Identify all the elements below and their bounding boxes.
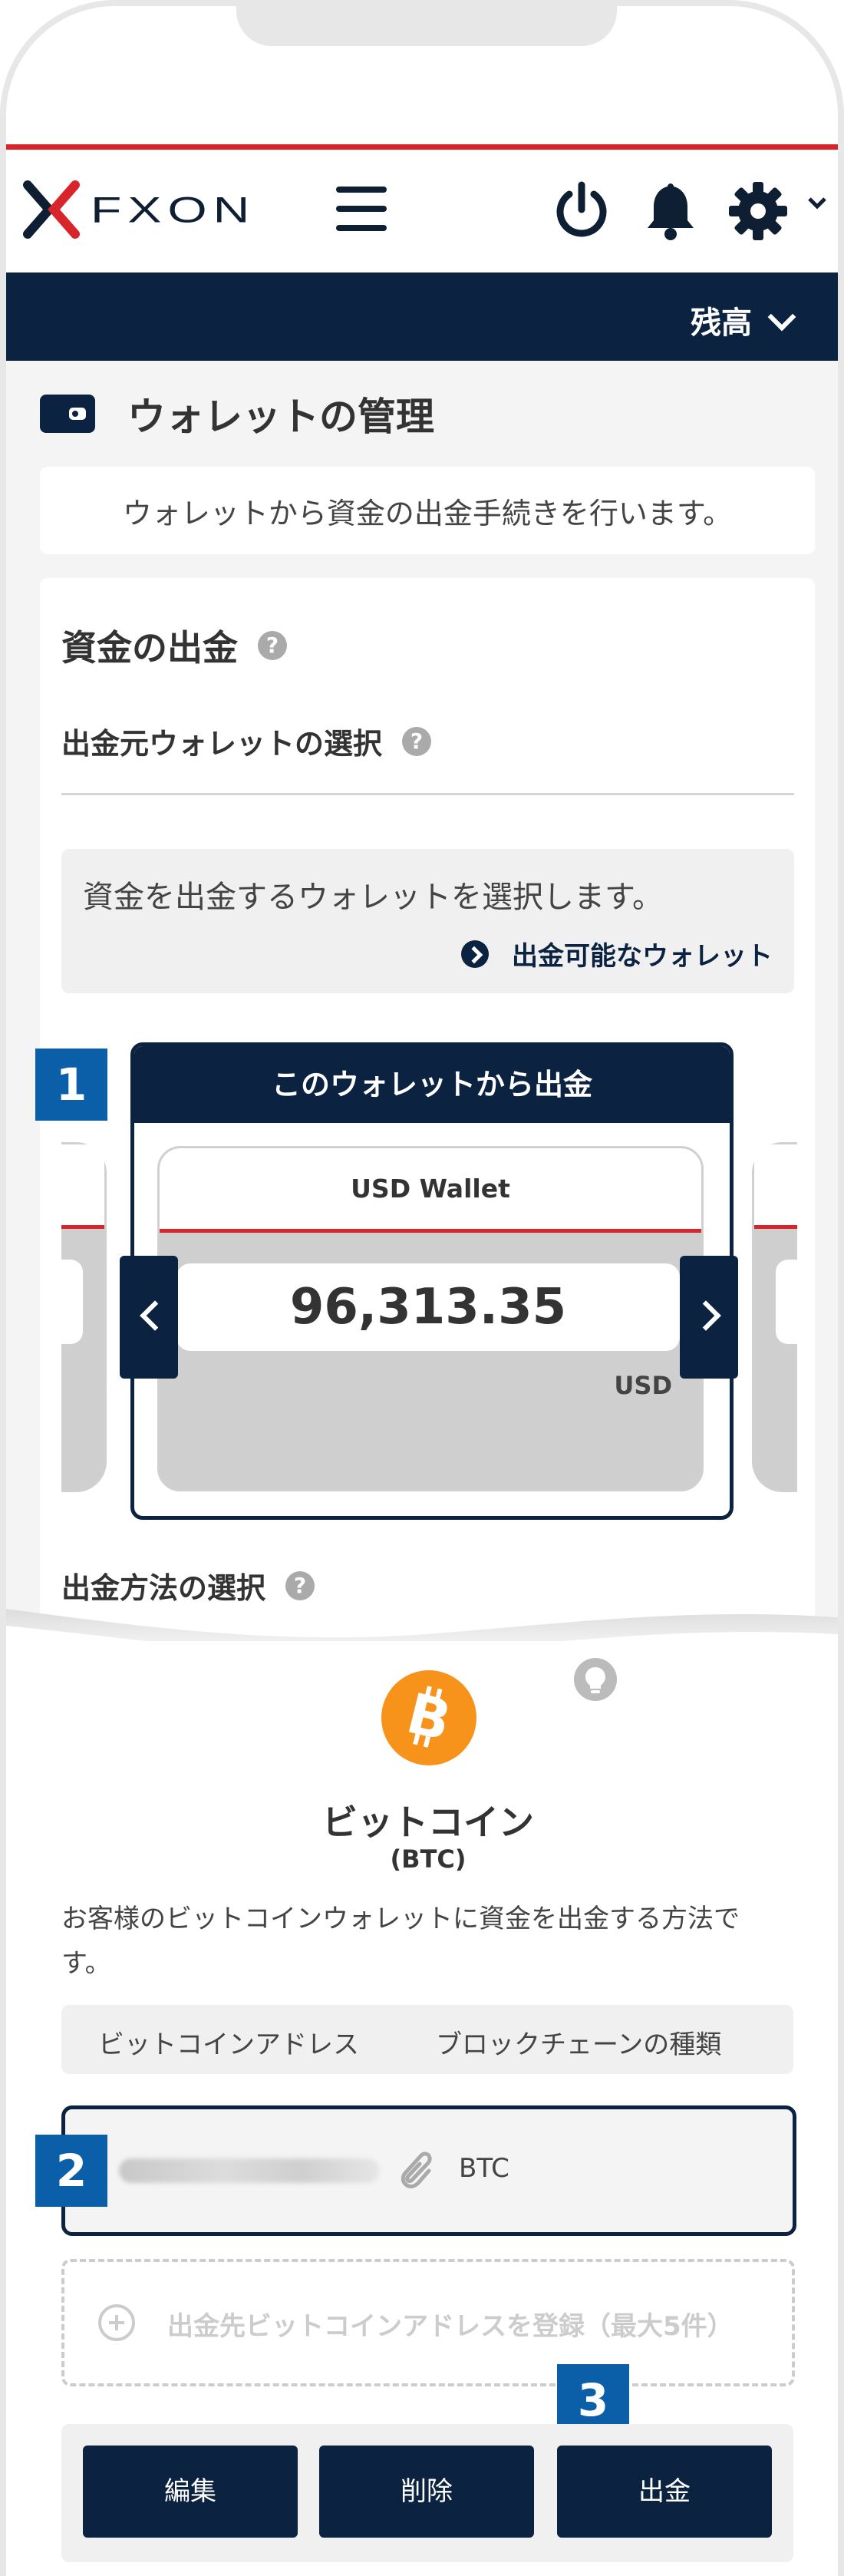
power-icon[interactable]	[552, 180, 611, 245]
previous-wallet-card[interactable]	[61, 1142, 107, 1492]
page-description: ウォレットから資金の出金手続きを行います。	[122, 496, 733, 530]
column-chain: ブロックチェーンの種類	[436, 2029, 722, 2060]
bell-icon[interactable]	[641, 180, 700, 245]
address-value	[119, 2158, 380, 2183]
balance-label: 残高	[691, 305, 752, 341]
chevron-left-icon	[140, 1300, 170, 1331]
help-icon[interactable]: ?	[402, 726, 432, 756]
balance-toggle[interactable]: 残高	[691, 298, 796, 342]
balance-bar[interactable]: 残高	[6, 272, 838, 361]
source-wallet-heading: 出金元ウォレットの選択 ?	[61, 720, 432, 762]
method-description: お客様のビットコインウォレットに資金を出金する方法です。	[61, 1904, 740, 1979]
gear-icon[interactable]	[727, 180, 789, 245]
register-address-button[interactable]: 出金先ビットコインアドレスを登録（最大5件）	[61, 2259, 795, 2386]
page-title: ウォレットの管理	[127, 395, 434, 439]
fxon-x-mark-icon	[23, 180, 80, 239]
withdrawable-wallets-link[interactable]: 出金可能なウォレット	[461, 935, 773, 973]
wallet-balance: 96,313.35	[176, 1263, 680, 1351]
info-box: 資金を出金するウォレットを選択します。 出金可能なウォレット	[61, 849, 794, 993]
withdraw-method-panel: B ビットコイン (BTC) お客様のビットコインウォレットに資金を出金する方法…	[6, 1641, 838, 2576]
address-table-header: ビットコインアドレス ブロックチェーンの種類	[61, 2005, 793, 2074]
fxon-logo[interactable]: FXON	[23, 180, 256, 239]
delete-button[interactable]: 削除	[319, 2446, 534, 2538]
withdraw-button[interactable]: 出金	[557, 2446, 772, 2538]
wallet-card[interactable]: USD Wallet 96,313.35 USD	[157, 1146, 704, 1491]
step-badge-1: 1	[35, 1049, 107, 1121]
paperclip-icon[interactable]	[395, 2148, 434, 2191]
app-header: FXON	[6, 150, 838, 272]
step-badge-2: 2	[35, 2135, 107, 2207]
help-icon[interactable]: ?	[258, 631, 287, 660]
withdraw-section-title: 資金の出金	[61, 627, 238, 669]
address-chain: BTC	[459, 2153, 509, 2184]
withdraw-section-heading: 資金の出金 ?	[61, 620, 287, 671]
wallet-header: このウォレットから出金	[134, 1046, 730, 1123]
phone-frame: FXON 残高 ウォレットの管理 ウォレットから資金の出金手続きを行います。 資…	[0, 0, 844, 2576]
divider	[61, 793, 794, 795]
carousel-next-button[interactable]	[680, 1256, 738, 1379]
action-bar: 編集 削除 出金	[61, 2424, 793, 2562]
settings-chevron-down-icon[interactable]	[807, 196, 827, 214]
plus-circle-icon	[98, 2304, 135, 2341]
bitcoin-icon: B	[381, 1670, 476, 1765]
page-title-row: ウォレットの管理	[40, 386, 434, 441]
wallet-name: USD Wallet	[160, 1148, 701, 1233]
hamburger-menu-icon[interactable]	[336, 187, 387, 231]
address-row[interactable]: BTC	[61, 2105, 796, 2236]
wallet-icon	[40, 395, 95, 433]
logo-wordmark: FXON	[91, 189, 256, 230]
chevron-down-icon	[767, 302, 796, 332]
carousel-prev-button[interactable]	[120, 1256, 178, 1379]
page-description-card: ウォレットから資金の出金手続きを行います。	[40, 467, 815, 554]
chevron-right-icon	[691, 1300, 721, 1331]
wallet-currency: USD	[614, 1371, 672, 1400]
column-address: ビットコインアドレス	[98, 2029, 359, 2060]
next-wallet-card[interactable]	[752, 1142, 797, 1492]
selected-wallet[interactable]: このウォレットから出金 USD Wallet 96,313.35 USD	[130, 1042, 734, 1520]
withdrawable-wallets-label: 出金可能なウォレット	[512, 941, 773, 972]
register-address-label: 出金先ビットコインアドレスを登録（最大5件）	[167, 2311, 734, 2342]
info-text: 資金を出金するウォレットを選択します。	[83, 880, 663, 915]
lightbulb-icon[interactable]	[574, 1658, 617, 1701]
source-wallet-title: 出金元ウォレットの選択	[61, 727, 383, 761]
method-name: ビットコイン	[322, 1802, 534, 1843]
method-code: (BTC)	[390, 1844, 467, 1874]
edit-button[interactable]: 編集	[83, 2446, 298, 2538]
arrow-right-circle-icon	[461, 940, 489, 968]
phone-notch	[236, 6, 617, 46]
